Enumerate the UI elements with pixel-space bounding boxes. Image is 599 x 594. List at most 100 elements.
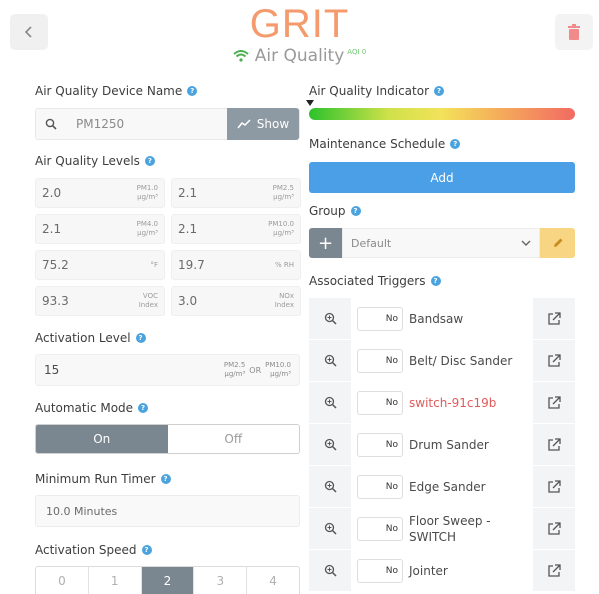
min-run-field[interactable]: 10.0 Minutes [35, 495, 300, 527]
trigger-row: No Drum Sander [309, 424, 575, 466]
help-icon[interactable]: ? [144, 156, 155, 166]
maintenance-label-text: Maintenance Schedule [309, 137, 446, 151]
unit-name: PM10.0 [265, 361, 291, 369]
trigger-main: No Floor Sweep - SWITCH [351, 508, 533, 549]
automatic-mode-toggle: On Off [35, 424, 300, 454]
zoom-icon[interactable] [309, 396, 351, 409]
level-unit: PM4.0 μg/m³ [137, 220, 158, 238]
trigger-main: No Drum Sander [351, 424, 533, 465]
help-icon[interactable]: ? [141, 545, 152, 555]
help-icon[interactable]: ? [434, 86, 445, 96]
speed-option[interactable]: 0 [36, 567, 89, 594]
group-select[interactable]: Default [342, 228, 540, 258]
activation-level-label-text: Activation Level [35, 331, 131, 345]
trigger-toggle[interactable]: No [357, 516, 403, 541]
trigger-row: No switch-91c19b [309, 382, 575, 424]
zoom-icon[interactable] [309, 438, 351, 451]
trigger-name: switch-91c19b [409, 395, 497, 410]
automatic-mode-label: Automatic Mode? [35, 401, 149, 415]
speed-option[interactable]: 3 [194, 567, 248, 594]
trigger-row: No Bandsaw [309, 298, 575, 340]
group-label-text: Group [309, 204, 346, 218]
trigger-name: Jointer [409, 563, 448, 578]
zoom-icon[interactable] [309, 312, 351, 325]
external-link-icon[interactable] [533, 353, 575, 368]
level-unit-name: °F [150, 260, 158, 269]
add-group-button[interactable]: + [309, 228, 342, 258]
external-link-icon[interactable] [533, 395, 575, 410]
aq-indicator-bar [309, 108, 575, 120]
level-unit-name: PM1.0 [136, 184, 158, 192]
page-title: GRIT [249, 2, 350, 46]
help-icon[interactable]: ? [160, 474, 171, 484]
unit-measure: μg/m³ [270, 370, 291, 378]
add-maintenance-button[interactable]: Add [309, 162, 575, 193]
activation-level-field[interactable]: 15 PM2.5 μg/m³ OR PM10.0 μg/m³ [35, 354, 300, 386]
trigger-toggle[interactable]: No [357, 306, 403, 331]
trigger-toggle[interactable]: No [357, 348, 403, 373]
help-icon[interactable]: ? [138, 403, 149, 413]
unit-name: PM2.5 [223, 361, 246, 369]
trigger-toggle[interactable]: No [357, 558, 403, 583]
external-link-icon[interactable] [533, 479, 575, 494]
levels-grid: 2.0 PM1.0 μg/m³ 2.1 PM2.5 μg/m³ 2.1 PM4.0 μg/m… [35, 178, 303, 316]
levels-label-text: Air Quality Levels [35, 154, 140, 168]
trigger-main: No Belt/ Disc Sander [351, 340, 533, 381]
level-unit: VOC Index [139, 292, 158, 310]
external-link-icon[interactable] [533, 563, 575, 578]
level-unit-name: PM4.0 [136, 220, 158, 228]
maintenance-label: Maintenance Schedule? [309, 137, 461, 151]
help-icon[interactable]: ? [187, 86, 198, 96]
help-icon[interactable]: ? [430, 276, 441, 286]
aqi-badge: AQI 0 [347, 48, 367, 56]
level-unit: PM10.0 μg/m³ [268, 220, 294, 238]
level-value: 2.1 [178, 222, 198, 236]
level-unit: % RH [275, 261, 294, 270]
trigger-main: No Jointer [351, 550, 533, 591]
level-nox: 3.0 NOx Index [171, 286, 301, 316]
level-value: 3.0 [178, 294, 198, 308]
level-unit-name: NOx [279, 292, 294, 300]
level-value: 19.7 [178, 258, 205, 272]
level-unit-measure: μg/m³ [273, 229, 294, 237]
auto-off-option[interactable]: Off [167, 425, 299, 453]
search-icon [36, 118, 66, 130]
show-button[interactable]: Show [227, 108, 299, 140]
trigger-toggle[interactable]: No [357, 474, 403, 499]
trigger-main: No Bandsaw [351, 298, 533, 339]
device-name-label: Air Quality Device Name? [35, 84, 198, 98]
auto-on-option[interactable]: On [36, 425, 168, 453]
external-link-icon[interactable] [533, 437, 575, 452]
speed-option[interactable]: 4 [247, 567, 299, 594]
level-pm10: 2.1 PM10.0 μg/m³ [171, 214, 301, 244]
wifi-icon [233, 50, 249, 62]
edit-group-button[interactable] [540, 228, 575, 258]
level-pm4: 2.1 PM4.0 μg/m³ [35, 214, 165, 244]
delete-button[interactable] [555, 14, 593, 50]
device-name-field[interactable]: PM1250 Show [35, 108, 300, 140]
zoom-icon[interactable] [309, 354, 351, 367]
trigger-toggle[interactable]: No [357, 390, 403, 415]
speed-option[interactable]: 1 [89, 567, 142, 594]
activation-unit-pm25: PM2.5 μg/m³ [224, 361, 245, 379]
trigger-toggle[interactable]: No [357, 432, 403, 457]
chart-icon [237, 119, 251, 129]
zoom-icon[interactable] [309, 564, 351, 577]
speed-option-selected[interactable]: 2 [141, 567, 195, 594]
external-link-icon[interactable] [533, 521, 575, 536]
level-unit-measure: μg/m³ [137, 229, 158, 237]
trigger-name: Bandsaw [409, 311, 464, 326]
help-icon[interactable]: ? [450, 139, 461, 149]
external-link-icon[interactable] [533, 311, 575, 326]
activation-level-value: 15 [44, 363, 60, 377]
trigger-name: Drum Sander [409, 437, 489, 452]
zoom-icon[interactable] [309, 480, 351, 493]
automatic-mode-label-text: Automatic Mode [35, 401, 134, 415]
triggers-label: Associated Triggers? [309, 274, 441, 288]
trash-icon [568, 24, 580, 40]
zoom-icon[interactable] [309, 522, 351, 535]
help-icon[interactable]: ? [135, 333, 146, 343]
help-icon[interactable]: ? [350, 206, 361, 216]
level-value: 2.1 [178, 186, 198, 200]
level-unit-name: VOC [142, 292, 158, 300]
